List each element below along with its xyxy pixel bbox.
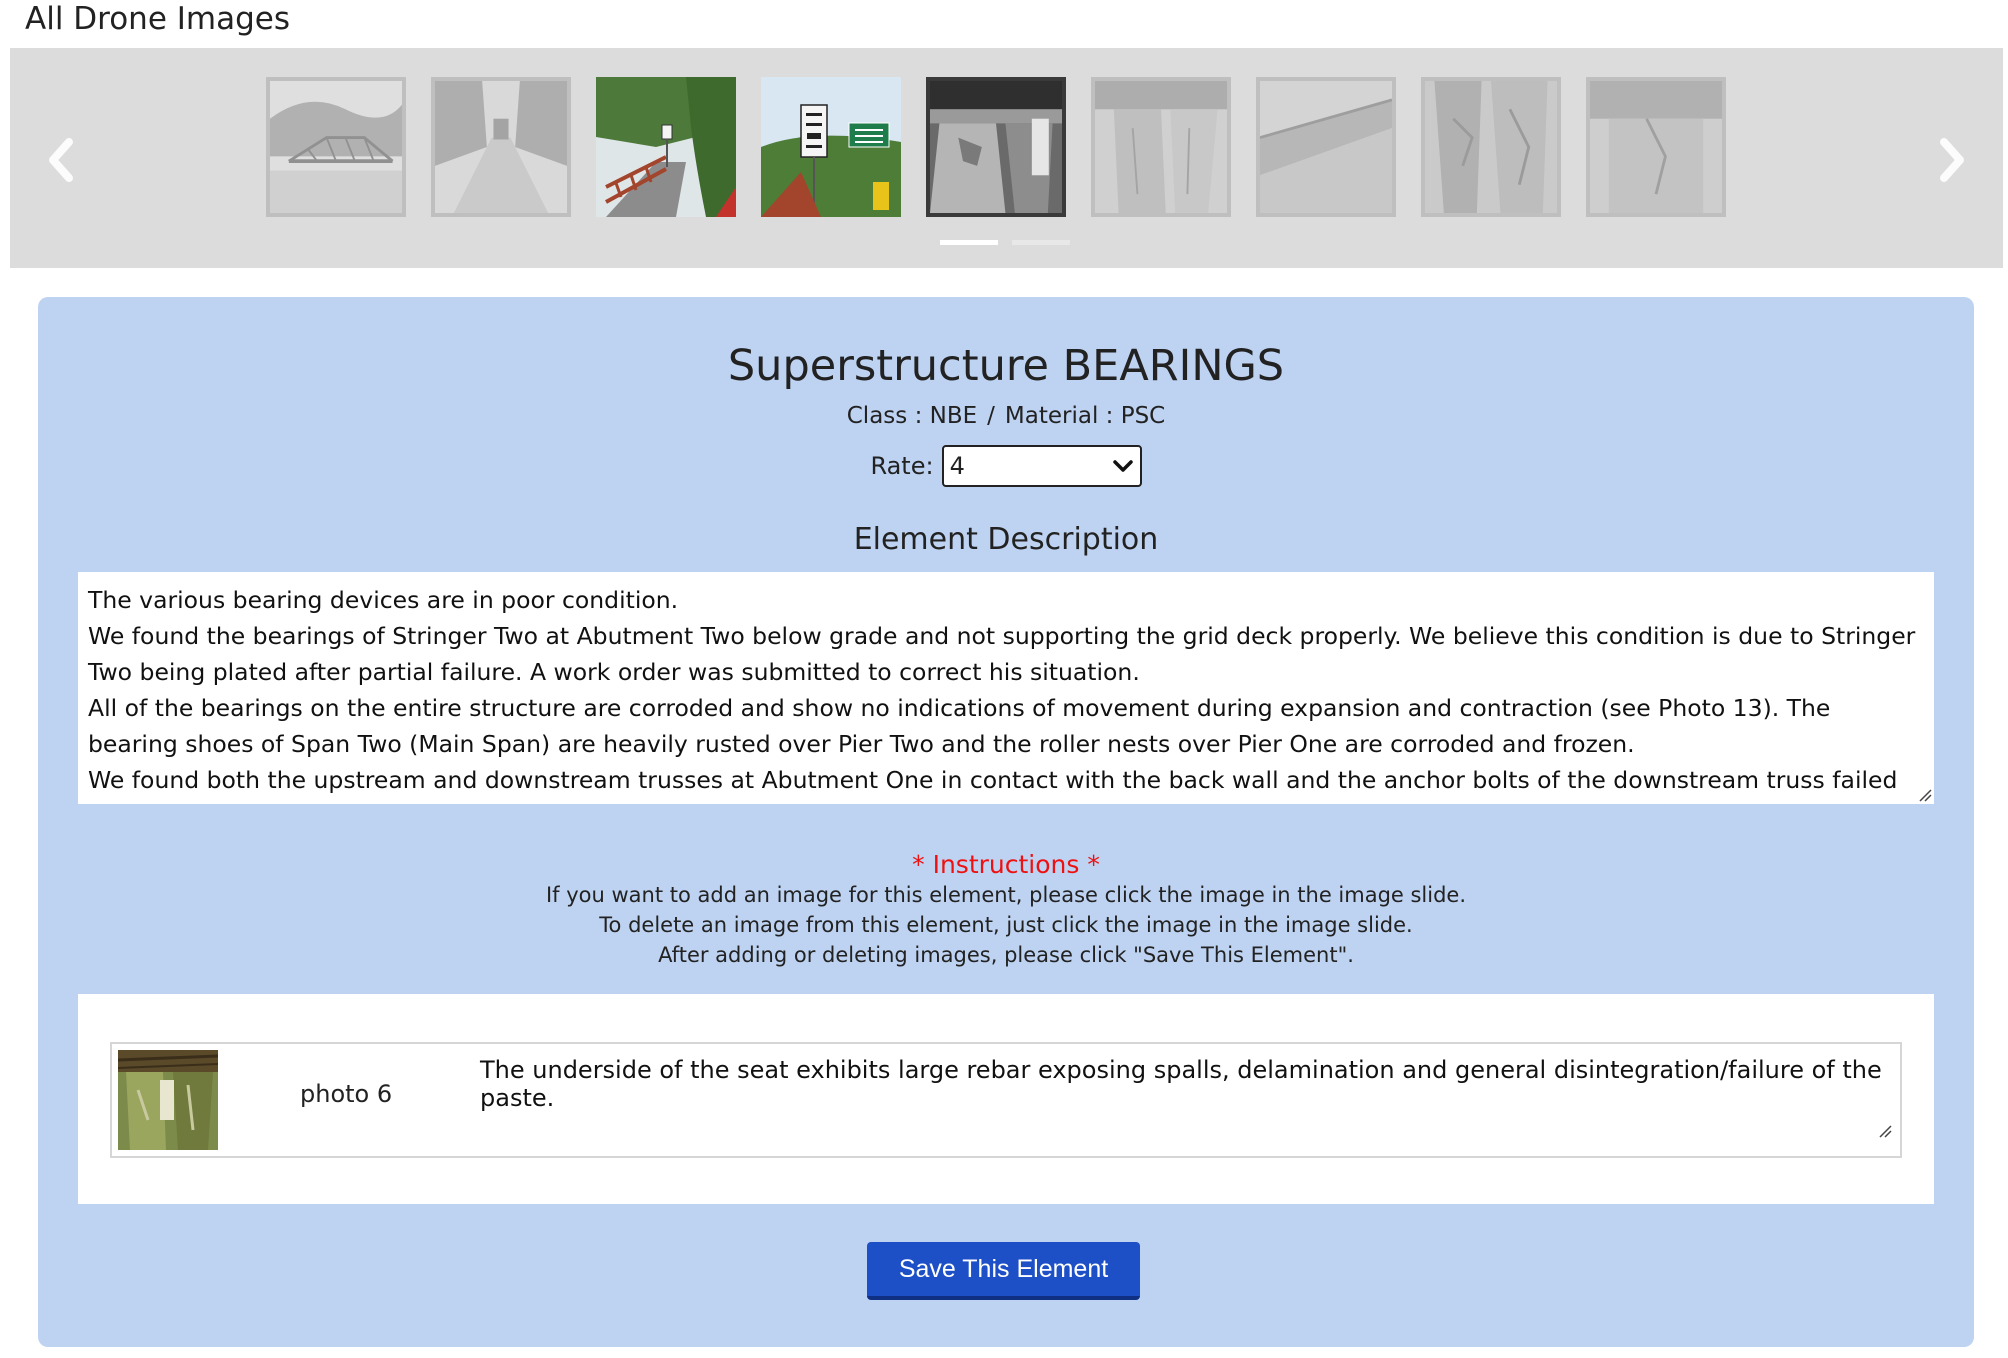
- rate-label: Rate:: [870, 452, 934, 480]
- drone-image: [1425, 81, 1557, 213]
- drone-image: [435, 81, 567, 213]
- drone-image: [1095, 81, 1227, 213]
- resize-grip-icon[interactable]: [1878, 1124, 1892, 1138]
- description-line: We found the bearings of Stringer Two at…: [88, 622, 1916, 686]
- element-description-textarea[interactable]: The various bearing devices are in poor …: [78, 572, 1934, 804]
- photo-name: photo 6: [300, 1080, 393, 1108]
- element-class: Class : NBE: [846, 403, 978, 429]
- drone-image: [930, 81, 1062, 213]
- resize-grip-icon[interactable]: [1918, 788, 1932, 802]
- carousel-indicator[interactable]: [940, 240, 998, 245]
- instruction-line: To delete an image from this element, ju…: [599, 913, 1413, 937]
- instruction-line: After adding or deleting images, please …: [658, 943, 1354, 967]
- rate-select[interactable]: 4: [941, 445, 1142, 487]
- class-material-separator: /: [987, 403, 995, 429]
- save-element-button[interactable]: Save This Element: [867, 1242, 1140, 1300]
- instruction-line: If you want to add an image for this ele…: [545, 883, 1467, 907]
- carousel-thumb[interactable]: [1586, 77, 1726, 217]
- carousel-thumb[interactable]: [1091, 77, 1231, 217]
- drone-image: [1260, 81, 1392, 213]
- carousel-indicators: [940, 240, 1070, 245]
- element-class-material: Class : NBE / Material : PSC: [38, 403, 1974, 429]
- drone-image-carousel: [10, 48, 2003, 268]
- description-heading: Element Description: [853, 522, 1159, 557]
- rate-selected-value: 4: [949, 452, 965, 480]
- carousel-thumb[interactable]: [431, 77, 571, 217]
- element-title: Superstructure BEARINGS: [727, 341, 1285, 391]
- carousel-indicator[interactable]: [1012, 240, 1070, 245]
- carousel-thumb[interactable]: [266, 77, 406, 217]
- drone-image: [761, 77, 901, 217]
- carousel-thumb[interactable]: [596, 77, 736, 217]
- element-material: Material : PSC: [1004, 403, 1166, 429]
- rate-row: Rate: 4: [38, 445, 1974, 487]
- element-images-area: photo 6 The underside of the seat exhibi…: [78, 994, 1934, 1204]
- element-image-row: photo 6 The underside of the seat exhibi…: [110, 1042, 1902, 1158]
- photo-caption-textarea[interactable]: The underside of the seat exhibits large…: [472, 1050, 1892, 1146]
- carousel-thumbnails: [266, 77, 1751, 217]
- description-line: We found both the upstream and downstrea…: [88, 766, 1898, 804]
- chevron-down-icon: [1112, 460, 1133, 472]
- drone-image: [596, 77, 736, 217]
- description-line: All of the bearings on the entire struct…: [88, 694, 1831, 758]
- page-heading: All Drone Images: [25, 1, 290, 37]
- photo-image: [118, 1050, 218, 1150]
- carousel-thumb[interactable]: [761, 77, 901, 217]
- element-photo-thumbnail[interactable]: [118, 1050, 218, 1150]
- drone-image: [1590, 81, 1722, 213]
- element-panel: Superstructure BEARINGS Class : NBE / Mate…: [38, 297, 1974, 1347]
- carousel-next-button[interactable]: [1923, 130, 1983, 190]
- carousel-prev-button[interactable]: [30, 130, 90, 190]
- carousel-thumb[interactable]: [926, 77, 1066, 217]
- carousel-thumb[interactable]: [1421, 77, 1561, 217]
- description-line: The various bearing devices are in poor …: [88, 586, 679, 614]
- drone-image: [270, 81, 402, 213]
- instructions-title: * Instructions *: [912, 850, 1100, 879]
- chevron-left-icon: [49, 138, 73, 182]
- chevron-right-icon: [1940, 138, 1964, 182]
- carousel-thumb[interactable]: [1256, 77, 1396, 217]
